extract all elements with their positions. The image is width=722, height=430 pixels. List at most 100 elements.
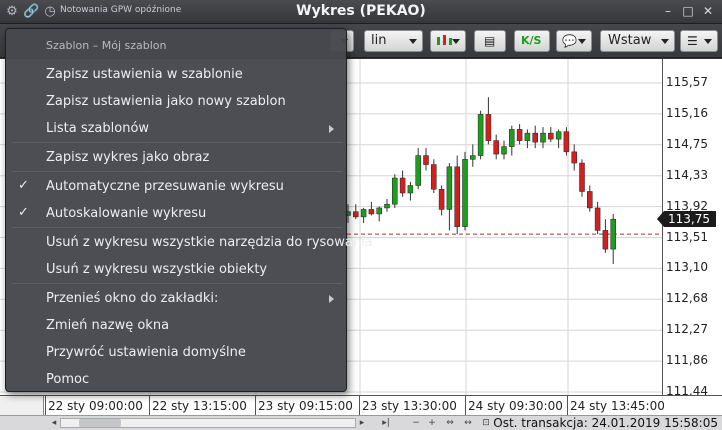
- menu-item-save-chart-image[interactable]: Zapisz wykres jako obraz: [6, 145, 346, 171]
- menu-item-save-to-template[interactable]: Zapisz ustawienia w szablonie: [6, 62, 346, 88]
- candle[interactable]: [462, 151, 468, 231]
- menu-item-label: Automatyczne przesuwanie wykresu: [46, 179, 284, 194]
- candle[interactable]: [516, 124, 523, 145]
- candle-body: [415, 155, 421, 186]
- scroll-right-icon[interactable]: ▸: [356, 417, 368, 429]
- time-axis-handle[interactable]: [0, 396, 44, 416]
- menu-item-template-list[interactable]: Lista szablonów: [6, 116, 346, 142]
- time-axis[interactable]: 22 sty 09:00:00 22 sty 13:15:00 23 sty 09:…: [0, 395, 722, 416]
- hamburger-icon: ☰: [687, 34, 698, 48]
- zoom-reset-icon[interactable]: ⇔: [444, 417, 456, 429]
- ks-button[interactable]: K/S: [514, 30, 550, 52]
- candle[interactable]: [501, 140, 507, 160]
- minimize-icon[interactable]: –: [659, 3, 677, 20]
- candle[interactable]: [602, 219, 609, 253]
- candle[interactable]: [407, 181, 414, 201]
- zoom-in-icon[interactable]: +: [426, 417, 438, 429]
- price-tick-label: 113,10: [666, 260, 708, 275]
- menu-item-auto-scale[interactable]: ✓ Autoskalowanie wykresu: [6, 201, 346, 227]
- menu-item-help[interactable]: Pomoc: [6, 367, 346, 393]
- candles-dropdown[interactable]: [430, 30, 466, 52]
- close-icon[interactable]: ✕: [699, 3, 717, 20]
- fit-icon[interactable]: ⊡: [480, 417, 492, 429]
- menu-item-remove-all-objects[interactable]: Usuń z wykresu wszystkie obiekty: [6, 257, 346, 283]
- candle-body: [392, 177, 398, 205]
- candle[interactable]: [485, 97, 492, 145]
- scroll-thumb[interactable]: [79, 419, 121, 427]
- insert-label: Wstaw: [608, 33, 652, 48]
- menu-item-save-as-new-template[interactable]: Zapisz ustawienia jako nowy szablon: [6, 89, 346, 115]
- candle-body: [353, 211, 359, 218]
- candle-body: [516, 129, 523, 141]
- insert-dropdown[interactable]: Wstaw: [600, 30, 675, 52]
- candle[interactable]: [610, 213, 616, 265]
- menu-item-auto-scroll[interactable]: ✓ Automatyczne przesuwanie wykresu: [6, 174, 346, 200]
- candle-body: [438, 188, 445, 210]
- scale-dropdown[interactable]: lin: [364, 30, 423, 52]
- candle[interactable]: [587, 185, 593, 212]
- price-tick-label: 115,57: [666, 75, 708, 89]
- candle[interactable]: [470, 144, 476, 167]
- menu-item-remove-drawing-tools[interactable]: Usuń z wykresu wszystkie narzędzia do ry…: [6, 230, 373, 256]
- candle[interactable]: [431, 159, 437, 193]
- scroll-left-icon[interactable]: ◂: [48, 417, 60, 429]
- menu-item-label: Usuń z wykresu wszystkie narzędzia do ry…: [46, 235, 373, 250]
- menu-dropdown[interactable]: ☰: [680, 30, 718, 52]
- menu-item-rename-window[interactable]: Zmień nazwę okna: [6, 313, 346, 339]
- candle[interactable]: [360, 207, 367, 223]
- menu-item-label: Zapisz wykres jako obraz: [46, 150, 210, 165]
- menu-item-label: Zapisz ustawienia jako nowy szablon: [46, 94, 286, 109]
- candle[interactable]: [399, 170, 406, 197]
- candle[interactable]: [493, 134, 499, 160]
- maximize-icon[interactable]: □: [679, 3, 697, 20]
- candle-body: [501, 146, 507, 155]
- candle-body: [571, 151, 577, 164]
- menu-separator: [12, 142, 342, 143]
- candle[interactable]: [423, 148, 429, 171]
- comment-dropdown[interactable]: 💬: [556, 30, 592, 52]
- candle-body: [579, 162, 585, 192]
- indicators-button[interactable]: ▤: [474, 30, 506, 52]
- candle[interactable]: [446, 163, 453, 231]
- scroll-end-icon[interactable]: ▸|: [380, 417, 392, 429]
- candle-body: [470, 155, 476, 160]
- candle[interactable]: [376, 206, 382, 222]
- clock-icon: ◷: [44, 4, 56, 19]
- menu-template-header: Szablon – Mój szablon: [46, 39, 167, 52]
- zoom-out-icon[interactable]: −: [410, 417, 422, 429]
- candle[interactable]: [384, 198, 390, 212]
- candle-body: [446, 166, 453, 210]
- candle[interactable]: [392, 174, 398, 208]
- candle[interactable]: [368, 201, 375, 216]
- horizontal-scrollbar[interactable]: [60, 418, 356, 428]
- range-icon[interactable]: ↔: [462, 417, 474, 429]
- comment-icon: 💬: [562, 34, 577, 48]
- submenu-arrow-icon: [329, 125, 334, 133]
- candle[interactable]: [438, 185, 445, 216]
- candle-body: [376, 207, 382, 215]
- last-transaction: Ost. transakcja: 24.01.2019 15:58:05: [493, 416, 718, 430]
- candle-body: [509, 129, 515, 147]
- time-tick-label: 24 sty 09:30:00: [468, 399, 563, 413]
- time-tick-divider: [149, 396, 150, 416]
- menu-item-move-to-tab[interactable]: Przenieś okno do zakładki:: [6, 286, 346, 312]
- link-icon[interactable]: 🔗: [23, 4, 39, 20]
- menu-item-label: Zapisz ustawienia w szablonie: [46, 67, 243, 82]
- menu-item-restore-defaults[interactable]: Przywróć ustawienia domyślne: [6, 340, 346, 366]
- title-bar: ⚙ 🔗 ◷ Notowania GPW opóźnione Wykres (PE…: [0, 0, 722, 24]
- price-tick-label: 112,68: [666, 291, 708, 306]
- gear-icon[interactable]: ⚙: [4, 4, 20, 20]
- candle-body: [399, 177, 406, 194]
- candle[interactable]: [579, 159, 585, 197]
- candle-body: [454, 166, 460, 227]
- candle[interactable]: [454, 155, 460, 235]
- price-tick-label: 112,27: [666, 322, 708, 337]
- time-tick-divider: [255, 396, 256, 416]
- candle[interactable]: [571, 144, 577, 171]
- candle[interactable]: [509, 125, 515, 156]
- candle[interactable]: [563, 127, 570, 156]
- candle[interactable]: [415, 148, 421, 190]
- candle[interactable]: [477, 110, 484, 160]
- check-icon: ✓: [18, 205, 29, 220]
- candle[interactable]: [548, 127, 554, 143]
